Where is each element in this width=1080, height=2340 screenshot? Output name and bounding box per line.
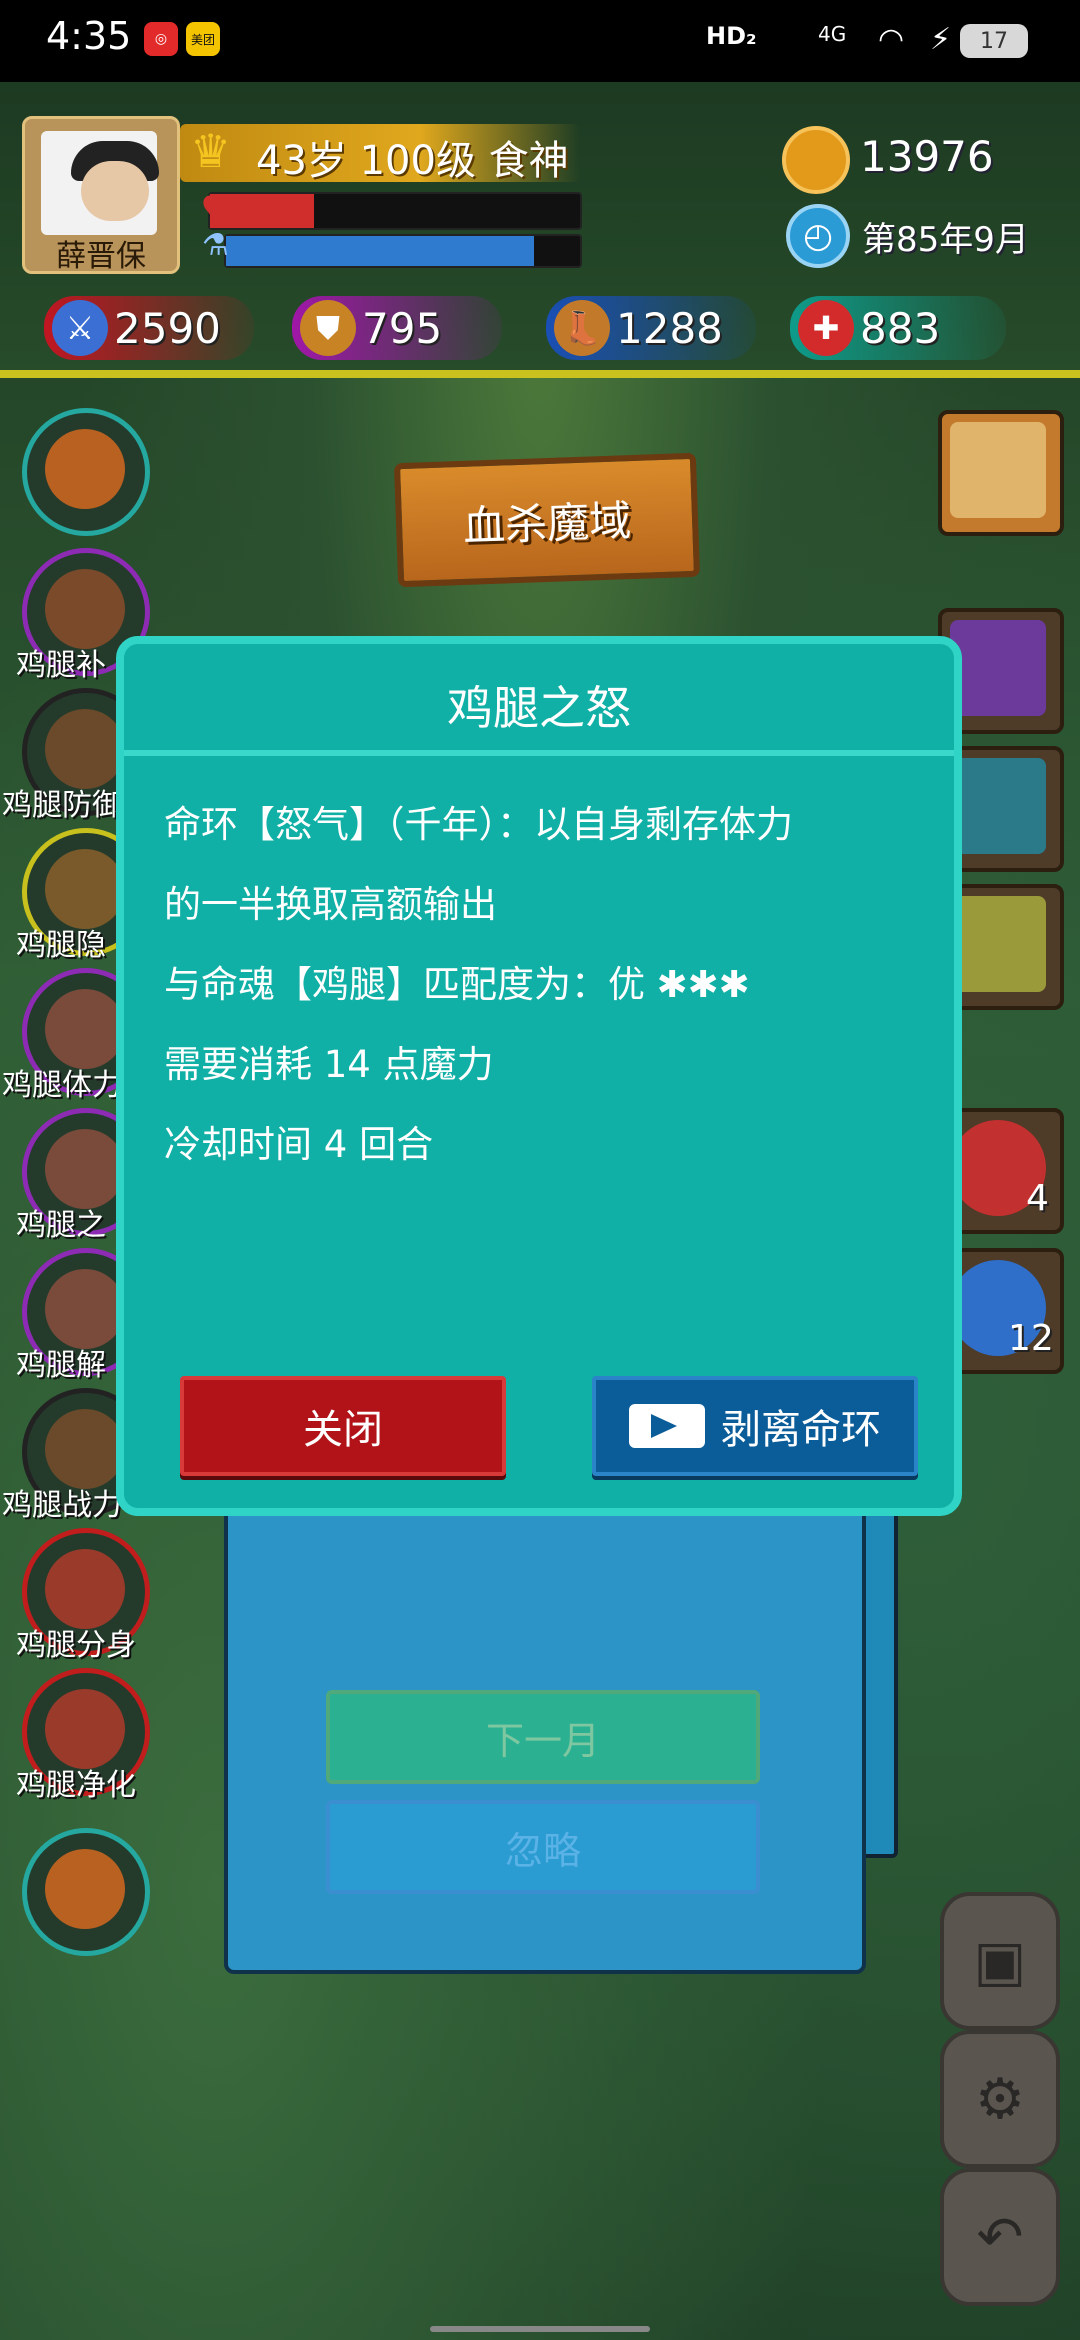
player-name: 薛晋保	[56, 239, 146, 274]
map-slot[interactable]	[938, 410, 1064, 536]
skill-label-10: 鸡腿净化	[16, 1768, 136, 1803]
attack-value: 2590	[114, 303, 221, 353]
meituan-icon: 美团	[186, 22, 220, 56]
coin-icon	[782, 126, 850, 194]
health-stat: ✚ 883	[790, 296, 1006, 360]
defense-value: 795	[362, 303, 443, 353]
clock-icon: ◴	[786, 204, 850, 268]
red-potion-count: 4	[1026, 1178, 1049, 1219]
header-divider	[0, 370, 1080, 378]
status-bar: 4:35 ◎ 美团 HD₂ 4G ◠ ⚡ 17	[0, 0, 1080, 82]
drumstick-icon	[45, 709, 125, 789]
drumstick-icon	[45, 1409, 125, 1489]
dialog-divider	[124, 750, 954, 756]
drumstick-icon	[45, 429, 125, 509]
drumstick-icon	[45, 849, 125, 929]
location-sign: 血杀魔域	[393, 452, 701, 588]
dialog-line-4: 需要消耗 14 点魔力	[164, 1043, 494, 1086]
skill-slot-11[interactable]	[22, 1828, 150, 1956]
netease-music-icon: ◎	[144, 22, 178, 56]
speed-stat: 👢 1288	[546, 296, 756, 360]
game-date: 第85年9月	[862, 220, 1029, 260]
ignore-button[interactable]: 忽略	[326, 1800, 760, 1894]
mp-fill	[226, 236, 534, 266]
save-icon: ▣	[973, 1928, 1027, 1994]
save-button[interactable]: ▣	[940, 1892, 1060, 2030]
signal-icon: 4G	[818, 22, 847, 46]
coin-count: 13976	[860, 132, 994, 181]
mp-bar	[224, 234, 582, 268]
next-month-button[interactable]: 下一月	[326, 1690, 760, 1784]
battery-icon: 17	[960, 24, 1028, 58]
gear-icon: ⚙	[974, 2066, 1026, 2132]
dialog-line-3: 与命魂【鸡腿】匹配度为：优 ✱✱✱	[164, 963, 750, 1006]
skill-slot-1[interactable]	[22, 408, 150, 536]
drumstick-icon	[45, 1269, 125, 1349]
strip-ring-button[interactable]: 剥离命环	[592, 1376, 918, 1476]
dialog-line-5: 冷却时间 4 回合	[164, 1123, 434, 1166]
armor-icon	[950, 758, 1046, 854]
defense-stat: ⛊ 795	[292, 296, 502, 360]
close-button[interactable]: 关闭	[180, 1376, 506, 1476]
dialog-line-1: 命环【怒气】（千年）：以自身剩存体力	[164, 803, 793, 846]
attack-stat: ⚔ 2590	[44, 296, 254, 360]
back-arrow-icon: ↶	[976, 2204, 1024, 2270]
location-name: 血杀魔域	[462, 496, 632, 551]
status-time: 4:35	[46, 14, 132, 58]
boots-icon	[950, 896, 1046, 992]
avatar-portrait	[41, 131, 159, 235]
drumstick-dragon-icon	[45, 1849, 125, 1929]
player-avatar[interactable]: 薛晋保	[22, 116, 180, 274]
crown-icon: ♛	[190, 124, 232, 178]
hd-indicator: HD₂	[706, 22, 757, 50]
skill-dialog: 鸡腿之怒 命环【怒气】（千年）：以自身剩存体力 的一半换取高额输出 与命魂【鸡腿…	[116, 636, 962, 1516]
drumstick-icon	[45, 989, 125, 1069]
heart-icon: ♥	[200, 188, 235, 232]
shield-icon: ⛊	[300, 300, 356, 356]
drumstick-icon	[45, 1129, 125, 1209]
video-icon	[629, 1404, 705, 1448]
drumstick-icon	[45, 1549, 125, 1629]
avatar-head	[81, 161, 149, 221]
health-value: 883	[860, 303, 941, 353]
drumstick-icon	[45, 569, 125, 649]
skill-label-9: 鸡腿分身	[16, 1628, 136, 1663]
sword-icon: ⚔	[52, 300, 108, 356]
strip-ring-label: 剥离命环	[721, 1407, 881, 1453]
drumstick-icon	[45, 1689, 125, 1769]
back-button[interactable]: ↶	[940, 2168, 1060, 2306]
speed-value: 1288	[616, 303, 723, 353]
settings-button[interactable]: ⚙	[940, 2030, 1060, 2168]
purple-sword-icon	[950, 620, 1046, 716]
health-cross-icon: ✚	[798, 300, 854, 356]
map-scroll-icon	[950, 422, 1046, 518]
mana-flask-icon: ⚗	[202, 228, 229, 263]
dialog-title: 鸡腿之怒	[447, 681, 631, 735]
boot-icon: 👢	[554, 300, 610, 356]
charging-icon: ⚡	[930, 22, 952, 57]
hp-bar	[208, 192, 582, 230]
wifi-icon: ◠	[878, 22, 905, 57]
player-level: 43岁 100级 食神	[256, 138, 569, 184]
gesture-bar[interactable]	[430, 2326, 650, 2332]
blue-potion-count: 12	[1008, 1318, 1054, 1359]
dialog-line-2: 的一半换取高额输出	[164, 883, 497, 926]
